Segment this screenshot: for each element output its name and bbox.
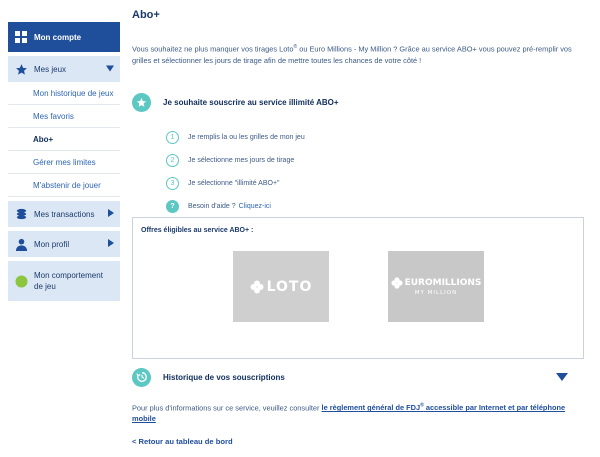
step-text: Je sélectionne mes jours de tirage xyxy=(188,157,295,164)
chevron-right-icon xyxy=(108,209,114,219)
step-text: Je remplis la ou les grilles de mon jeu xyxy=(188,134,305,141)
step-number: 3 xyxy=(166,177,179,190)
help-link[interactable]: Cliquez-ici xyxy=(239,203,271,210)
history-icon xyxy=(132,367,151,387)
step-number: 2 xyxy=(166,154,179,167)
star-icon xyxy=(14,62,28,76)
history-section-header[interactable]: Historique de vos souscriptions xyxy=(132,365,584,389)
back-to-dashboard-link[interactable]: < Retour au tableau de bord xyxy=(132,437,233,446)
sidebar-item-abstenir[interactable]: M'abstenir de jouer xyxy=(8,174,120,197)
sidebar-item-favoris[interactable]: Mes favoris xyxy=(8,105,120,128)
step-item: 2 Je sélectionne mes jours de tirage xyxy=(166,149,305,172)
user-icon xyxy=(14,237,28,251)
sidebar-group-label: Mes transactions xyxy=(34,209,95,219)
steps-list: 1 Je remplis la ou les grilles de mon je… xyxy=(166,126,305,218)
intro-text: Vous souhaitez ne plus manquer vos tirag… xyxy=(132,41,587,67)
account-sidebar: Mon compte Mes jeux Mon historique de je… xyxy=(8,22,120,301)
step-text: Je sélectionne "illimité ABO+" xyxy=(188,180,280,187)
chevron-right-icon xyxy=(108,239,114,249)
subscribe-title: Je souhaite souscrire au service illimit… xyxy=(163,97,339,107)
my-million-label: MY MILLION xyxy=(414,290,458,296)
chevron-down-icon[interactable] xyxy=(556,373,568,383)
sidebar-item-limites[interactable]: Gérer mes limites xyxy=(8,151,120,174)
help-item: ? Besoin d'aide ? Cliquez-ici xyxy=(166,195,305,218)
sidebar-item-historique[interactable]: Mon historique de jeux xyxy=(8,82,120,105)
page-title: Abo+ xyxy=(132,9,160,21)
eligible-offers-panel: Offres éligibles au service ABO+ : LOTO … xyxy=(132,217,584,359)
sidebar-group-mes-transactions[interactable]: Mes transactions xyxy=(8,197,120,227)
rules-link-part1: le règlement général de FDJ xyxy=(321,403,421,413)
sidebar-submenu: Mon historique de jeux Mes favoris Abo+ … xyxy=(8,82,120,197)
help-icon: ? xyxy=(166,200,179,213)
sidebar-group-label: Mon profil xyxy=(34,239,70,249)
intro-part1: Vous souhaitez ne plus manquer vos tirag… xyxy=(132,44,294,54)
loto-offer-tile[interactable]: LOTO xyxy=(233,251,329,322)
green-dot-icon xyxy=(14,274,28,288)
history-title: Historique de vos souscriptions xyxy=(163,372,285,382)
subscribe-section-header: Je souhaite souscrire au service illimit… xyxy=(132,92,339,112)
coins-icon xyxy=(14,207,28,221)
loto-logo: LOTO xyxy=(250,279,313,295)
star-icon xyxy=(132,92,151,112)
sidebar-group-mes-jeux[interactable]: Mes jeux xyxy=(8,52,120,82)
step-number: 1 xyxy=(166,131,179,144)
sidebar-header-mon-compte[interactable]: Mon compte xyxy=(8,22,120,52)
sidebar-group-comportement[interactable]: Mon comportement de jeu xyxy=(8,257,120,301)
info-text-prefix: Pour plus d'informations sur ce service,… xyxy=(132,403,322,413)
sidebar-item-abo-plus[interactable]: Abo+ xyxy=(8,128,120,151)
loto-brand: LOTO xyxy=(266,278,313,295)
euromillions-brand: EUROMILLIONS xyxy=(404,278,482,288)
step-item: 1 Je remplis la ou les grilles de mon je… xyxy=(166,126,305,149)
info-text: Pour plus d'informations sur ce service,… xyxy=(132,401,587,424)
sidebar-header-label: Mon compte xyxy=(34,32,82,42)
step-item: 3 Je sélectionne "illimité ABO+" xyxy=(166,172,305,195)
grid-icon xyxy=(14,30,28,44)
chevron-down-icon xyxy=(106,65,114,74)
sidebar-group-label: Mon comportement de jeu xyxy=(34,271,103,291)
clover-icon xyxy=(250,280,264,293)
clover-icon xyxy=(391,277,403,289)
euromillions-logo: EUROMILLIONS xyxy=(391,277,482,289)
sidebar-group-mon-profil[interactable]: Mon profil xyxy=(8,227,120,257)
help-text: Besoin d'aide ? xyxy=(188,203,236,210)
offers-title: Offres éligibles au service ABO+ : xyxy=(141,227,254,234)
euromillions-offer-tile[interactable]: EUROMILLIONS MY MILLION xyxy=(388,251,484,322)
sidebar-group-label: Mes jeux xyxy=(34,64,67,74)
